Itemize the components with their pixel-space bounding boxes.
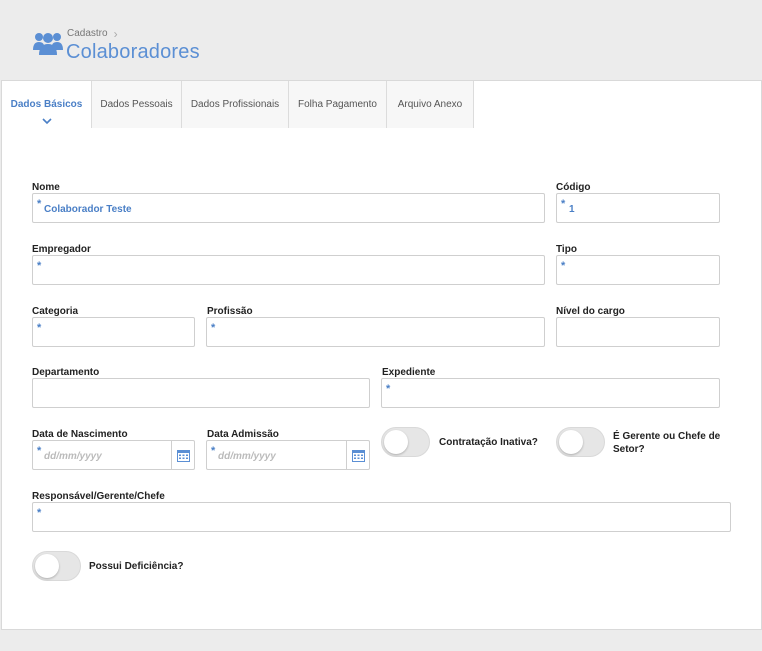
chevron-down-icon [41,118,52,125]
tipo-label: Tipo [556,244,577,255]
chevron-right-icon: › [113,26,118,41]
empregador-label: Empregador [32,244,91,255]
toggle-knob [384,430,408,454]
required-marker: * [37,322,42,334]
date-placeholder: dd/mm/yyyy [44,451,102,462]
nome-input[interactable]: * Colaborador Teste [32,193,545,223]
page-title: Colaboradores [66,41,200,63]
required-marker: * [561,198,566,210]
profissao-label: Profissão [207,306,253,317]
codigo-input[interactable]: * 1 [556,193,720,223]
contratacao-inativa-toggle[interactable] [381,427,430,457]
gerente-chefe-label-line2: Setor? [613,444,645,455]
tab-label: Dados Pessoais [100,99,173,110]
expediente-input[interactable]: * [381,378,720,408]
nivel-cargo-label: Nível do cargo [556,306,625,317]
tab-folha-pagamento[interactable]: Folha Pagamento [289,81,387,128]
nivel-cargo-input[interactable] [556,317,720,347]
page-header: Cadastro › Colaboradores [0,0,762,80]
required-marker: * [37,507,42,519]
nome-label: Nome [32,182,60,193]
contratacao-inativa-label: Contratação Inativa? [439,437,538,448]
required-marker: * [37,198,42,210]
required-marker: * [211,322,216,334]
codigo-label: Código [556,182,591,193]
responsavel-label: Responsável/Gerente/Chefe [32,491,165,502]
gerente-chefe-toggle[interactable] [556,427,605,457]
calendar-button[interactable] [171,441,194,469]
date-placeholder: dd/mm/yyyy [218,451,276,462]
required-marker: * [211,445,216,457]
tab-label: Arquivo Anexo [397,99,463,110]
users-icon [33,33,63,55]
possui-deficiencia-toggle[interactable] [32,551,81,581]
required-marker: * [386,383,391,395]
breadcrumb: Cadastro › [67,26,118,41]
responsavel-input[interactable]: * [32,502,731,532]
data-admissao-input[interactable]: * dd/mm/yyyy [206,440,370,470]
tab-dados-pessoais[interactable]: Dados Pessoais [92,81,182,128]
tab-label: Folha Pagamento [298,99,377,110]
tipo-input[interactable]: * [556,255,720,285]
gerente-chefe-label-line1: É Gerente ou Chefe de [613,431,721,442]
data-admissao-label: Data Admissão [207,429,279,440]
breadcrumb-item[interactable]: Cadastro [67,28,108,39]
toggle-knob [35,554,59,578]
tab-bar: Dados Básicos Dados Pessoais Dados Profi… [2,81,761,128]
tab-bar-filler [474,81,761,128]
possui-deficiencia-label: Possui Deficiência? [89,561,184,572]
form-card: Dados Básicos Dados Pessoais Dados Profi… [1,80,762,630]
categoria-input[interactable]: * [32,317,195,347]
departamento-input[interactable] [32,378,370,408]
tab-label: Dados Básicos [10,99,83,110]
required-marker: * [561,260,566,272]
profissao-input[interactable]: * [206,317,545,347]
departamento-label: Departamento [32,367,100,378]
categoria-label: Categoria [32,306,79,317]
gerente-chefe-label: É Gerente ou Chefe de Setor? [613,430,720,456]
required-marker: * [37,445,42,457]
data-nascimento-label: Data de Nascimento [32,429,128,440]
toggle-knob [559,430,583,454]
calendar-icon [176,449,190,462]
required-marker: * [37,260,42,272]
calendar-icon [351,449,365,462]
codigo-value: 1 [569,204,575,215]
tab-dados-basicos[interactable]: Dados Básicos [2,81,92,128]
empregador-input[interactable]: * [32,255,545,285]
calendar-button[interactable] [346,441,369,469]
data-nascimento-input[interactable]: * dd/mm/yyyy [32,440,195,470]
expediente-label: Expediente [382,367,436,378]
nome-value: Colaborador Teste [44,204,132,215]
tab-label: Dados Profissionais [190,99,280,110]
tab-arquivo-anexo[interactable]: Arquivo Anexo [387,81,474,128]
tab-dados-profissionais[interactable]: Dados Profissionais [182,81,289,128]
